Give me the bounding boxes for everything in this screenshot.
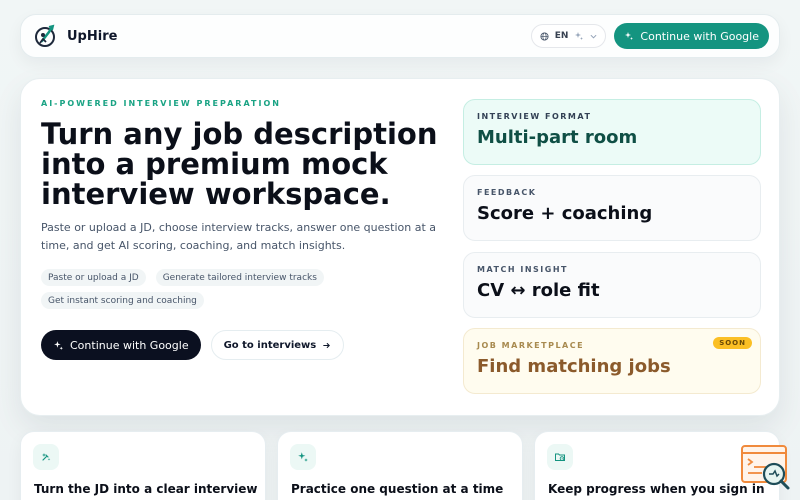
feature-label: MATCH INSIGHT — [477, 265, 568, 274]
folder-clock-icon — [547, 444, 573, 470]
feature-title: Multi-part room — [477, 127, 638, 148]
nav-google-signin-button[interactable]: Continue with Google — [614, 23, 769, 49]
chip-paste-jd: Paste or upload a JD — [41, 269, 146, 286]
step-card-title: Keep progress when you sign in — [548, 482, 765, 496]
step-card-title: Turn the JD into a clear interview — [34, 482, 258, 496]
feature-label: FEEDBACK — [477, 188, 537, 197]
nav-google-label: Continue with Google — [640, 29, 759, 43]
language-code: EN — [554, 31, 569, 41]
feature-job-marketplace: JOB MARKETPLACE Find matching jobs SOON — [463, 328, 761, 394]
chip-generate-tracks: Generate tailored interview tracks — [155, 269, 324, 286]
step-card-title: Practice one question at a time — [291, 482, 504, 496]
hero-description: Paste or upload a JD, choose interview t… — [41, 221, 436, 252]
feature-feedback: FEEDBACK Score + coaching — [463, 175, 761, 241]
chat-assistant-icon[interactable] — [740, 444, 792, 492]
nav-actions: EN Continue with Google — [530, 23, 769, 49]
feature-title: Find matching jobs — [477, 356, 671, 377]
theme-sparkle-icon[interactable] — [574, 31, 584, 41]
sparkles-icon — [625, 32, 634, 40]
sparkle-pen-icon — [33, 444, 59, 470]
sparkles-icon — [290, 444, 316, 470]
globe-icon — [540, 31, 549, 41]
go-to-interviews-button[interactable]: Go to interviews — [210, 330, 345, 360]
step-card-practice: Practice one question at a time — [277, 431, 523, 500]
feature-label: INTERVIEW FORMAT — [477, 112, 592, 121]
chevron-down-icon — [590, 34, 597, 39]
soon-badge: SOON — [713, 337, 752, 349]
brand-name: UpHire — [67, 28, 118, 44]
feature-label: JOB MARKETPLACE — [477, 341, 585, 350]
feature-match-insight: MATCH INSIGHT CV ↔ role fit — [463, 252, 761, 318]
language-selector[interactable]: EN — [530, 24, 607, 48]
sparkles-icon — [54, 340, 63, 350]
chip-instant-scoring: Get instant scoring and coaching — [41, 292, 204, 309]
hero-cta-row: Continue with Google Go to interviews — [41, 330, 345, 360]
uphire-logo-icon — [35, 24, 55, 47]
feature-title: CV ↔ role fit — [477, 280, 600, 301]
step-card-jd: Turn the JD into a clear interview — [20, 431, 266, 500]
brand[interactable]: UpHire — [33, 23, 117, 49]
hero-google-label: Continue with Google — [70, 338, 189, 352]
hero-card: AI-POWERED INTERVIEW PREPARATION Turn an… — [20, 78, 780, 416]
arrow-right-icon — [323, 342, 331, 348]
feature-title: Score + coaching — [477, 203, 653, 224]
hero-chips: Paste or upload a JD Generate tailored i… — [41, 269, 461, 309]
hero-google-signin-button[interactable]: Continue with Google — [41, 330, 201, 360]
hero-eyebrow: AI-POWERED INTERVIEW PREPARATION — [41, 99, 281, 108]
hero-headline: Turn any job description into a premium … — [41, 117, 438, 211]
go-to-interviews-label: Go to interviews — [223, 339, 317, 351]
feature-interview-format: INTERVIEW FORMAT Multi-part room — [463, 99, 761, 165]
top-nav: UpHire EN Continue with Google — [20, 14, 780, 58]
